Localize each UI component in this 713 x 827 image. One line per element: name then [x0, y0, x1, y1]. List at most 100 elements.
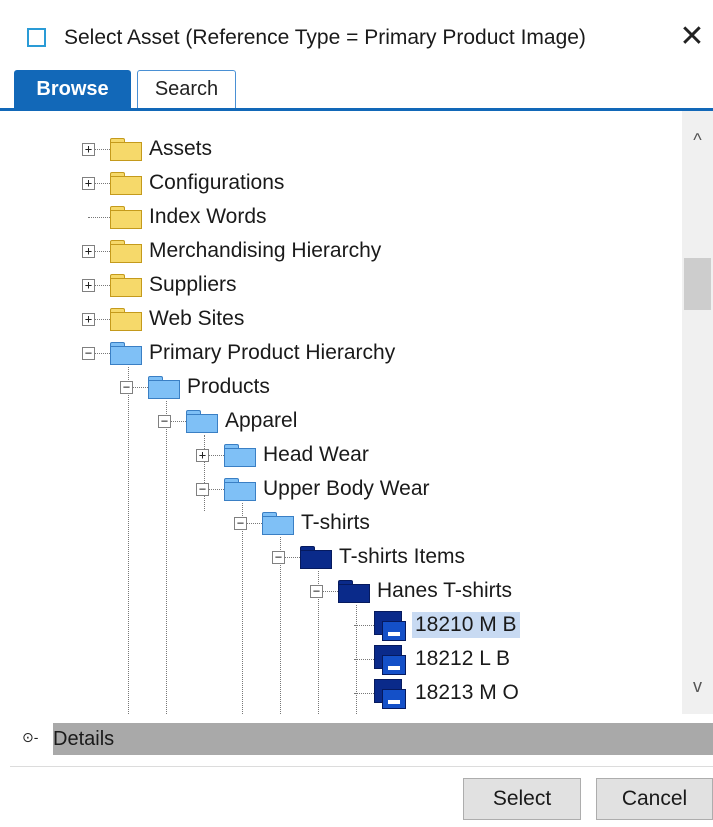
product-icon-front	[382, 689, 406, 709]
scroll-thumb[interactable]	[684, 258, 711, 310]
folder-body	[262, 516, 294, 535]
tree-node-label: T-shirts	[301, 511, 370, 534]
folder-body	[110, 244, 142, 263]
tree-connector-line	[209, 489, 224, 490]
tree-node-label: Primary Product Hierarchy	[149, 341, 396, 364]
vertical-scrollbar[interactable]: ^ v	[682, 111, 713, 714]
blue-folder-icon	[110, 342, 142, 365]
tree-node[interactable]: − T-shirts Items	[10, 542, 682, 572]
tab-browse[interactable]: Browse	[14, 70, 131, 108]
expand-icon[interactable]: +	[82, 143, 95, 156]
tree-node[interactable]: 18213 M O	[10, 678, 682, 709]
select-button[interactable]: Select	[463, 778, 581, 820]
scroll-down-icon[interactable]: v	[682, 671, 713, 701]
expand-icon[interactable]: +	[196, 449, 209, 462]
folder-body	[110, 278, 142, 297]
window-icon	[27, 28, 46, 47]
tree-node[interactable]: − Hanes T-shirts	[10, 576, 682, 606]
collapse-icon[interactable]: −	[120, 381, 133, 394]
folder-body	[110, 312, 142, 331]
tree-node[interactable]: − Apparel	[10, 406, 682, 436]
navy-folder-icon	[338, 580, 370, 603]
folder-body	[338, 584, 370, 603]
yellow-folder-icon	[110, 274, 142, 297]
product-icon-front	[382, 621, 406, 641]
close-button[interactable]: ✕	[672, 18, 712, 58]
yellow-folder-icon	[110, 172, 142, 195]
yellow-folder-icon	[110, 206, 142, 229]
tree-node-label: Products	[187, 375, 270, 398]
collapse-icon[interactable]: −	[310, 585, 323, 598]
tree-connector-line	[285, 557, 300, 558]
expand-icon[interactable]: +	[82, 279, 95, 292]
tree-connector-line	[95, 353, 110, 354]
folder-body	[300, 550, 332, 569]
tree-node[interactable]: + Suppliers	[10, 270, 682, 300]
tree-connector-line	[247, 523, 262, 524]
details-section: ⊙- Details	[0, 723, 713, 755]
details-toggle-icon[interactable]: ⊙-	[22, 729, 44, 745]
yellow-folder-icon	[110, 138, 142, 161]
folder-body	[224, 448, 256, 467]
tree-connector-line	[354, 625, 376, 626]
tree-node-label: 18213 M O	[415, 681, 519, 704]
tree-node[interactable]: − Primary Product Hierarchy	[10, 338, 682, 368]
tab-search[interactable]: Search	[137, 70, 236, 108]
product-icon	[374, 645, 406, 675]
tree-node-label: Suppliers	[149, 273, 237, 296]
tree-node[interactable]: + Assets	[10, 134, 682, 164]
product-icon	[374, 611, 406, 641]
collapse-icon[interactable]: −	[196, 483, 209, 496]
tree-node[interactable]: + Head Wear	[10, 440, 682, 470]
tree-node[interactable]: − Products	[10, 372, 682, 402]
tree-node-label: Web Sites	[149, 307, 245, 330]
tree-node-label: Merchandising Hierarchy	[149, 239, 382, 262]
blue-folder-icon	[224, 478, 256, 501]
expand-icon[interactable]: +	[82, 177, 95, 190]
tree-node-label: Upper Body Wear	[263, 477, 430, 500]
tree-node-label: 18212 L B	[415, 647, 510, 670]
tree-node-label: Configurations	[149, 171, 285, 194]
tree-connector-line	[95, 183, 110, 184]
product-icon-bar	[388, 632, 400, 636]
tree-node[interactable]: − Upper Body Wear	[10, 474, 682, 504]
browse-panel: + Assets + Configurations Index Words + Mercha…	[10, 111, 713, 714]
tree-node[interactable]: − T-shirts	[10, 508, 682, 538]
cancel-button[interactable]: Cancel	[596, 778, 713, 820]
tree-node[interactable]: + Web Sites	[10, 304, 682, 334]
yellow-folder-icon	[110, 308, 142, 331]
collapse-icon[interactable]: −	[82, 347, 95, 360]
blue-folder-icon	[262, 512, 294, 535]
folder-body	[110, 176, 142, 195]
expand-icon[interactable]: +	[82, 245, 95, 258]
scroll-up-icon[interactable]: ^	[682, 125, 713, 155]
tree-connector-line	[354, 659, 376, 660]
product-icon	[374, 679, 406, 709]
navy-folder-icon	[300, 546, 332, 569]
tab-bar: Browse Search	[0, 70, 713, 110]
tree-node[interactable]: 18210 M B	[10, 610, 682, 641]
product-icon-bar	[388, 700, 400, 704]
tree-connector-line	[95, 251, 110, 252]
tree-connector-line	[323, 591, 338, 592]
title-bar: Select Asset (Reference Type = Primary P…	[0, 0, 713, 72]
product-icon-front	[382, 655, 406, 675]
tree-connector-line	[88, 217, 110, 218]
asset-tree[interactable]: + Assets + Configurations Index Words + Mercha…	[10, 111, 682, 714]
collapse-icon[interactable]: −	[272, 551, 285, 564]
blue-folder-icon	[148, 376, 180, 399]
collapse-icon[interactable]: −	[158, 415, 171, 428]
expand-icon[interactable]: +	[82, 313, 95, 326]
tree-node[interactable]: 18212 L B	[10, 644, 682, 675]
tree-connector-line	[171, 421, 186, 422]
collapse-icon[interactable]: −	[234, 517, 247, 530]
tree-node[interactable]: Index Words	[10, 202, 682, 232]
blue-folder-icon	[224, 444, 256, 467]
tree-node[interactable]: + Merchandising Hierarchy	[10, 236, 682, 266]
tree-connector-line	[95, 319, 110, 320]
folder-body	[110, 210, 142, 229]
tree-node[interactable]: + Configurations	[10, 168, 682, 198]
details-header[interactable]: Details	[53, 723, 713, 755]
tree-connector-line	[209, 455, 224, 456]
divider	[10, 766, 713, 767]
